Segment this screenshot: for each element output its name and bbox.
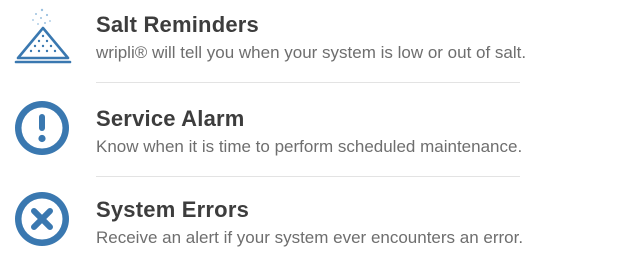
feature-service-alarm: Service Alarm Know when it is time to pe… [0,100,624,170]
feature-description: Receive an alert if your system ever enc… [96,228,524,247]
feature-system-errors: System Errors Receive an alert if your s… [0,191,624,261]
feature-salt-reminders: Salt Reminders wripli® will tell you whe… [0,6,624,76]
exclamation-circle-icon [12,100,76,164]
feature-description: wripli® will tell you when your system i… [96,43,527,62]
divider [96,176,520,177]
feature-description: Know when it is time to perform schedule… [96,137,523,156]
divider [96,82,520,83]
feature-title: System Errors [96,197,250,222]
feature-title: Service Alarm [96,106,245,131]
feature-title: Salt Reminders [96,12,259,37]
salt-pile-icon [12,6,76,70]
x-circle-icon [12,191,76,255]
